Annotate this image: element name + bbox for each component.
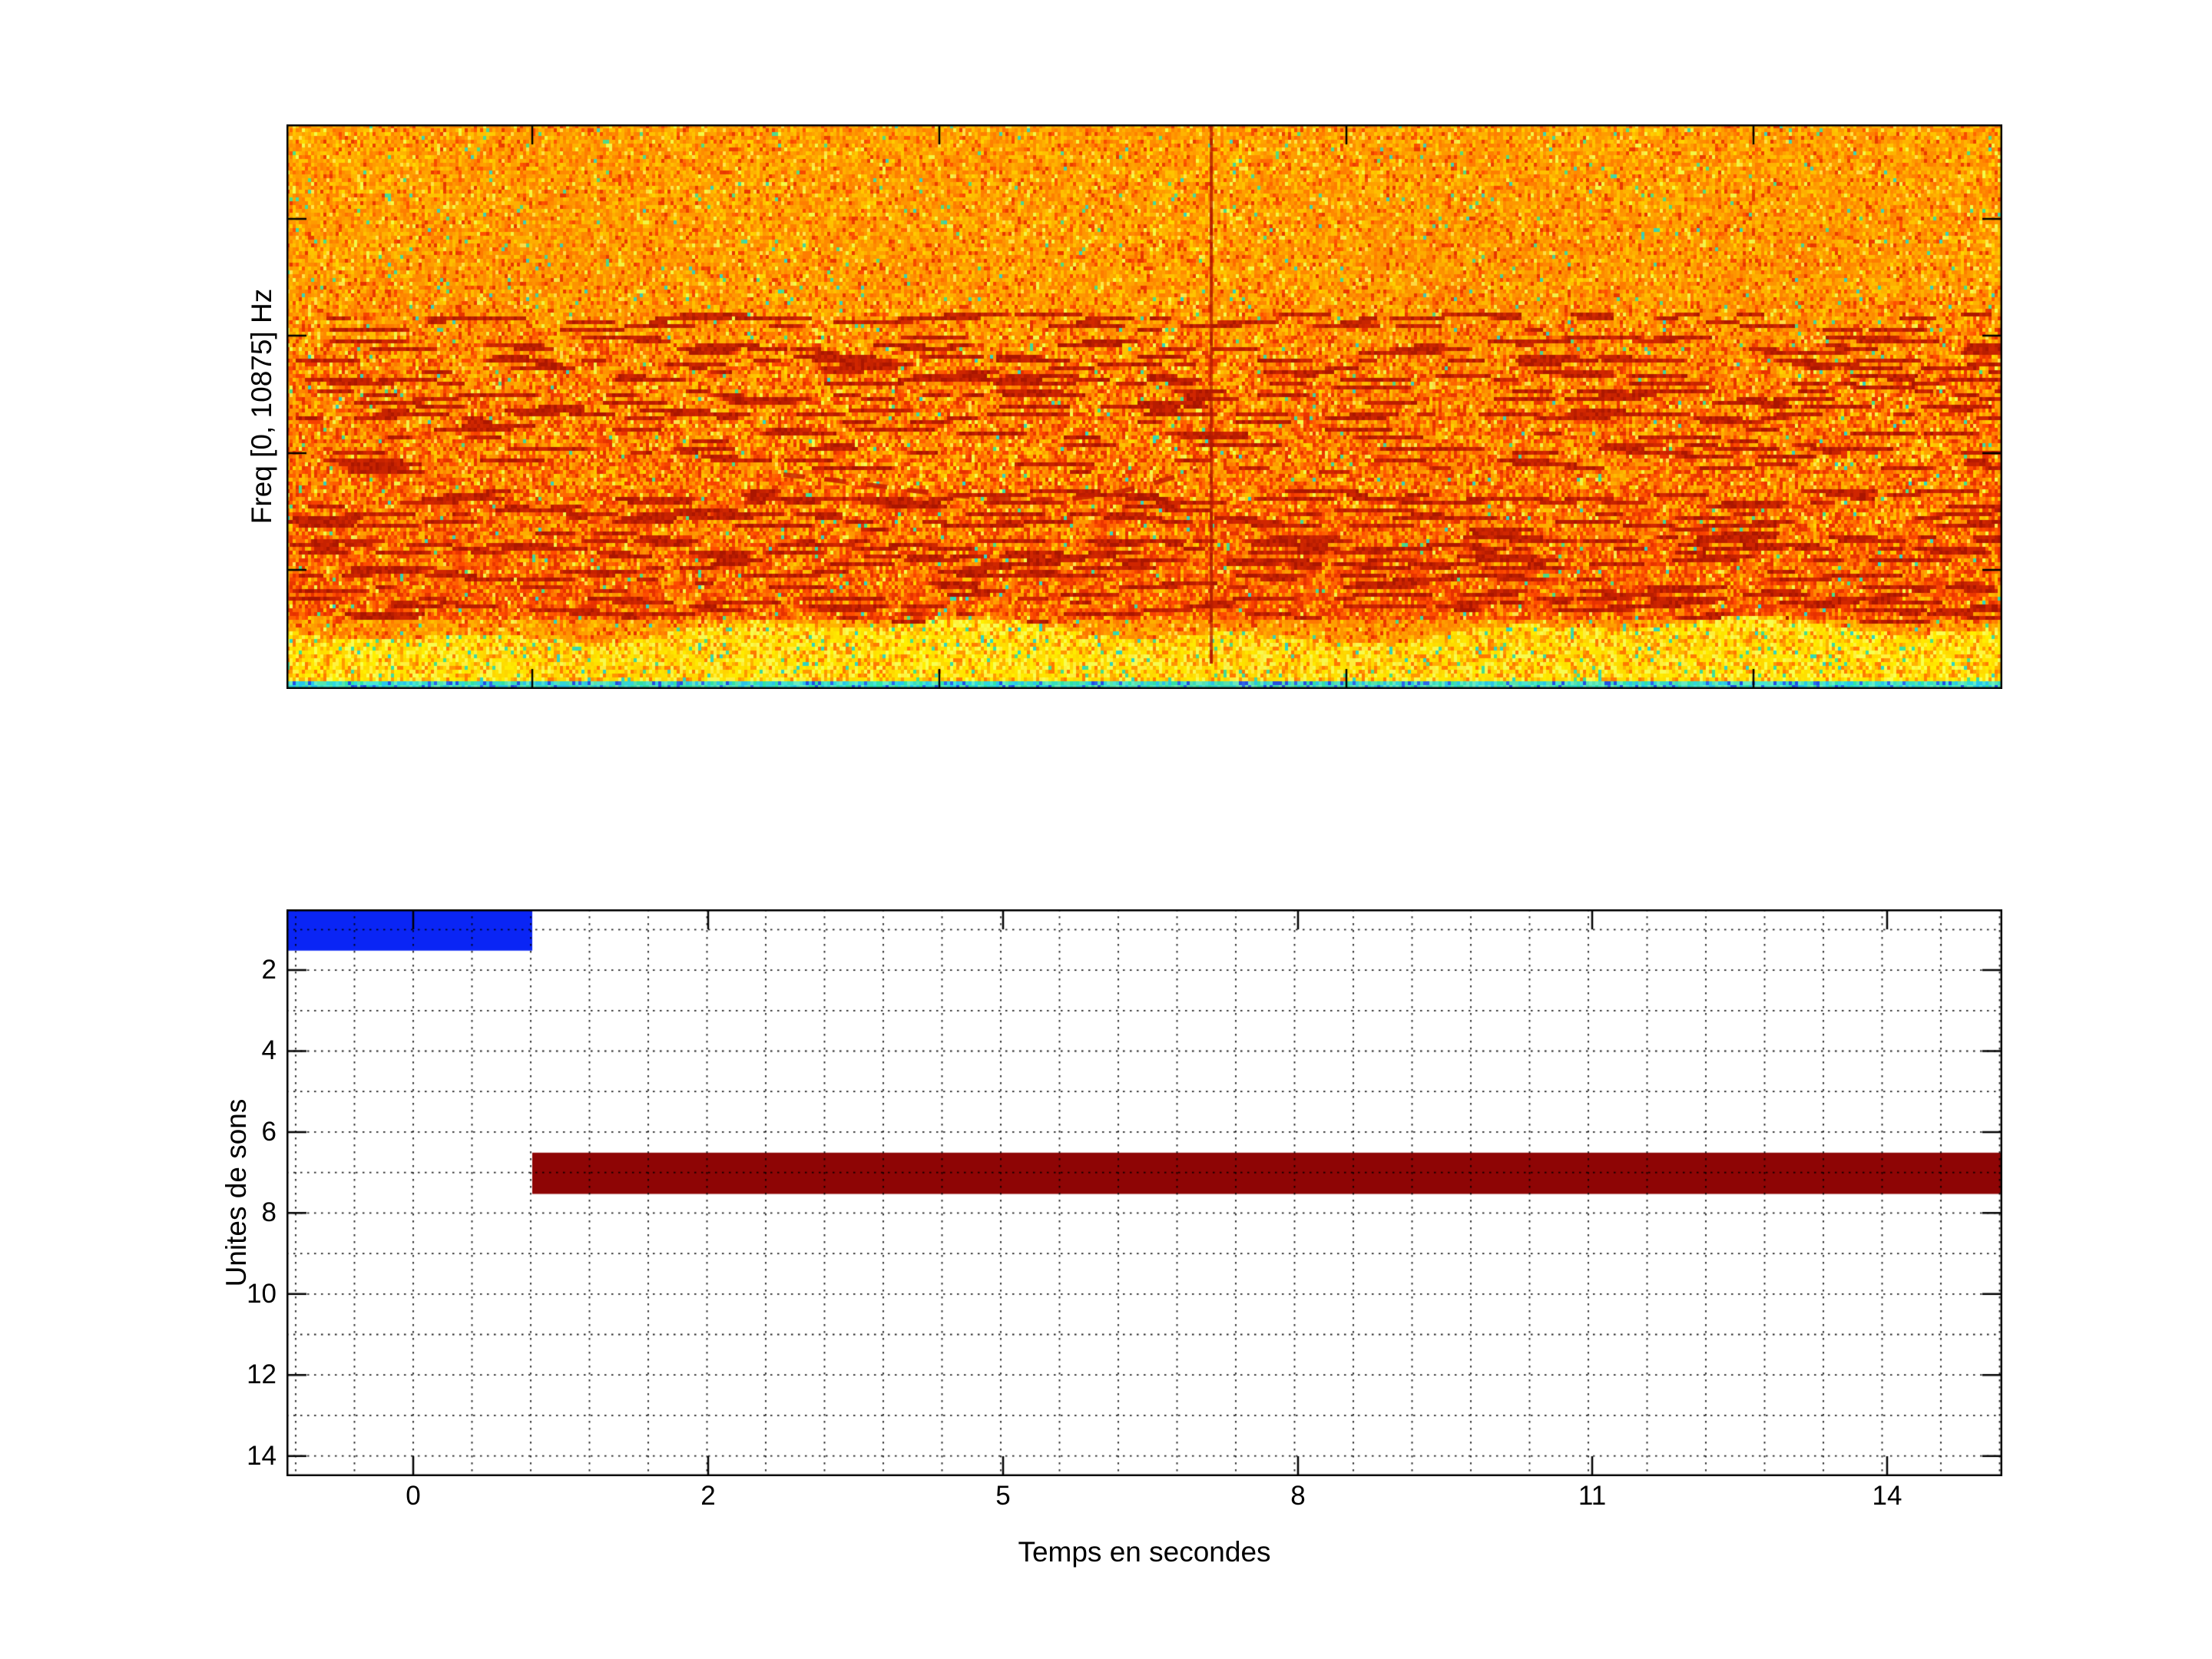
figure-window: Freq [0, 10875] Hz Unites de sons Temps … xyxy=(0,0,2212,1659)
y-tick-label: 10 xyxy=(247,1278,276,1309)
piano-roll-canvas xyxy=(286,909,2002,1476)
piano-roll-x-axis-label: Temps en secondes xyxy=(1018,1536,1271,1568)
y-tick-label: 2 xyxy=(261,955,276,985)
y-tick-label: 14 xyxy=(247,1440,276,1471)
x-tick-label: 11 xyxy=(1578,1481,1607,1511)
y-tick-label: 8 xyxy=(261,1197,276,1228)
y-tick-label: 4 xyxy=(261,1035,276,1066)
x-tick-label: 2 xyxy=(700,1481,716,1511)
spectrogram-y-axis-label: Freq [0, 10875] Hz xyxy=(246,288,277,525)
x-tick-label: 14 xyxy=(1872,1481,1902,1511)
y-tick-label: 6 xyxy=(261,1116,276,1147)
x-tick-label: 8 xyxy=(1290,1481,1306,1511)
spectrogram-canvas xyxy=(286,124,2002,689)
y-tick-label: 12 xyxy=(247,1359,276,1390)
x-tick-label: 5 xyxy=(995,1481,1011,1511)
x-tick-label: 0 xyxy=(406,1481,421,1511)
